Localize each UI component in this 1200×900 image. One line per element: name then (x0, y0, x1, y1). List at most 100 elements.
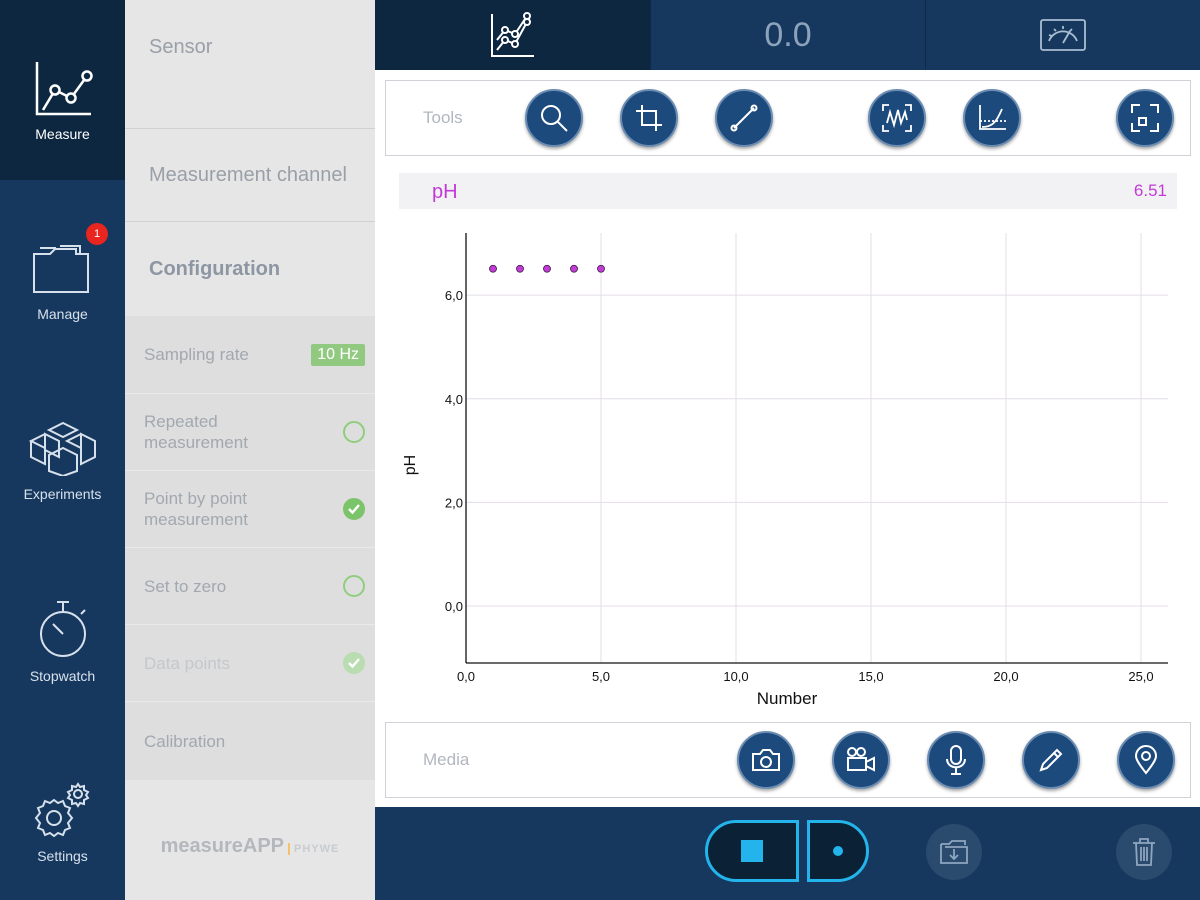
configuration-item[interactable]: Configuration (125, 222, 375, 316)
line-tool-button[interactable] (715, 89, 773, 147)
fullscreen-icon (1131, 104, 1159, 132)
chart-points (489, 264, 605, 273)
fullscreen-button[interactable] (1116, 89, 1174, 147)
calibration-row[interactable]: Calibration (125, 702, 375, 780)
measurement-channel-item[interactable]: Measurement channel (125, 129, 375, 222)
x-tick-label: 5,0 (592, 669, 610, 684)
nav-item-settings[interactable]: Settings (0, 720, 125, 900)
data-point (570, 264, 578, 273)
sampling-rate-value[interactable]: 10 Hz (311, 343, 365, 366)
brand-logo: PHYWE (288, 843, 340, 855)
pencil-button[interactable] (1022, 731, 1080, 789)
view-tabs: 0.0 (375, 0, 1200, 70)
camera-button[interactable] (737, 731, 795, 789)
nav-item-measure[interactable]: Measure (0, 0, 125, 180)
value-readout: 0.0 (764, 15, 812, 54)
chart-tick-labels: 0,0 5,0 10,0 15,0 20,0 25,0 0,0 2,0 4,0 6,0 (445, 288, 1154, 684)
folder-icon (0, 242, 125, 296)
zoom-icon (541, 105, 568, 132)
repeated-measurement-row[interactable]: Repeated measurement (125, 394, 375, 471)
fit-wave-icon (882, 104, 912, 132)
repeated-measurement-toggle[interactable] (343, 421, 365, 443)
app-logo: measureAPP PHYWE (125, 835, 375, 858)
x-tick-label: 25,0 (1128, 669, 1153, 684)
sampling-rate-label: Sampling rate (144, 345, 249, 364)
set-to-zero-toggle[interactable] (343, 575, 365, 597)
sensor-item[interactable]: Sensor (125, 36, 375, 129)
trash-icon (1133, 838, 1155, 866)
data-points-toggle (343, 652, 365, 674)
record-point-button[interactable] (807, 820, 869, 882)
delete-button[interactable] (1116, 824, 1172, 880)
chart-tab-icon (490, 12, 534, 57)
measure-view: Tools pH 6.51 0,0 5,0 10,0 15,0 20,0 25,0 0,0 2… (375, 70, 1200, 807)
pencil-icon (1039, 748, 1063, 772)
crop-button[interactable] (620, 89, 678, 147)
cubes-icon (0, 420, 125, 476)
config-panel: Sensor Measurement channel Configuration… (125, 0, 375, 900)
sensor-label: Sensor (149, 36, 213, 58)
nav-label: Settings (37, 848, 88, 864)
set-to-zero-row[interactable]: Set to zero (125, 548, 375, 625)
data-points-row: Data points (125, 625, 375, 702)
line-tool-icon (730, 104, 758, 132)
data-point (516, 264, 524, 273)
channel-readout-bar: pH 6.51 (399, 173, 1177, 209)
fit-wave-button[interactable] (868, 89, 926, 147)
stopwatch-icon (0, 598, 125, 660)
nav-label: Experiments (23, 486, 102, 502)
sampling-rate-row[interactable]: Sampling rate 10 Hz (125, 316, 375, 394)
tab-chart[interactable] (375, 0, 650, 70)
configuration-label: Configuration (149, 257, 281, 280)
data-point (597, 264, 605, 273)
gears-icon (0, 780, 125, 840)
tools-label: Tools (423, 108, 463, 127)
curve-axes-button[interactable] (963, 89, 1021, 147)
stop-icon (741, 840, 763, 862)
video-camera-icon (847, 747, 875, 772)
x-tick-label: 0,0 (457, 669, 475, 684)
tab-gauge[interactable] (926, 0, 1200, 70)
save-to-folder-button[interactable] (926, 824, 982, 880)
chart-grid (466, 233, 1168, 663)
channel-name: pH (432, 181, 458, 203)
calibration-label: Calibration (144, 731, 226, 751)
microphone-button[interactable] (927, 731, 985, 789)
location-button[interactable] (1117, 731, 1175, 789)
repeated-measurement-label: Repeated measurement (144, 412, 248, 452)
notification-badge: 1 (86, 223, 108, 245)
line-chart-icon (0, 58, 125, 118)
x-tick-label: 10,0 (723, 669, 748, 684)
zoom-button[interactable] (525, 89, 583, 147)
point-by-point-row[interactable]: Point by point measurement (125, 471, 375, 548)
gauge-tab-icon (1040, 19, 1086, 51)
curve-axes-icon (979, 105, 1006, 130)
app-logo-name: measureAPP (160, 835, 285, 857)
nav-item-experiments[interactable]: Experiments (0, 360, 125, 540)
y-axis-label: pH (402, 455, 419, 475)
tools-bar: Tools (385, 80, 1191, 156)
point-by-point-toggle[interactable] (343, 498, 365, 520)
y-tick-label: 4,0 (445, 392, 463, 407)
x-tick-label: 15,0 (858, 669, 883, 684)
tab-value[interactable]: 0.0 (651, 0, 925, 70)
folder-download-icon (940, 840, 968, 864)
nav-item-stopwatch[interactable]: Stopwatch (0, 540, 125, 720)
set-to-zero-label: Set to zero (144, 576, 227, 596)
measurement-chart[interactable]: 0,0 5,0 10,0 15,0 20,0 25,0 0,0 2,0 4,0 6,0 Numbe… (375, 220, 1200, 715)
y-tick-label: 2,0 (445, 495, 463, 510)
microphone-icon (946, 745, 966, 775)
stop-button[interactable] (705, 820, 799, 882)
nav-label: Stopwatch (29, 668, 96, 684)
point-by-point-label: Point by point measurement (144, 489, 248, 529)
data-point (489, 264, 497, 273)
data-point (543, 264, 551, 273)
nav-item-manage[interactable]: 1 Manage (0, 180, 125, 360)
checkmark-icon (348, 658, 360, 669)
configuration-options: Sampling rate 10 Hz Repeated measurement… (125, 316, 375, 780)
crop-icon (636, 105, 662, 131)
record-point-icon (833, 846, 843, 856)
video-button[interactable] (832, 731, 890, 789)
checkmark-icon (348, 504, 360, 515)
media-bar: Media (385, 722, 1191, 798)
